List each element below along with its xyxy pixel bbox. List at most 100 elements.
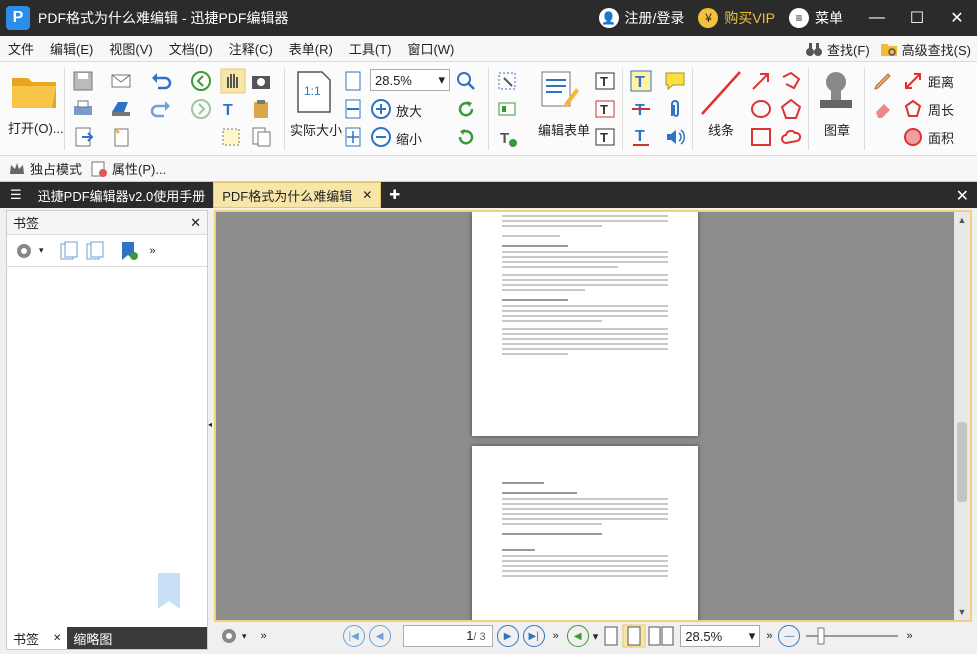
exclusive-mode-button[interactable]: 独占模式 [8, 159, 82, 178]
callout-icon[interactable]: T [594, 126, 616, 148]
forward-icon[interactable] [190, 98, 212, 120]
polygon-line-icon[interactable] [780, 70, 802, 92]
text-field-icon[interactable]: T [594, 70, 616, 92]
print-icon[interactable] [72, 98, 94, 120]
menu-comment[interactable]: 注释(C) [221, 39, 281, 58]
scroll-down-icon[interactable]: ▼ [954, 604, 970, 620]
email-icon[interactable] [110, 70, 132, 92]
arrow-icon[interactable] [750, 70, 772, 92]
find-button[interactable]: 查找(F) [805, 40, 870, 59]
open-folder-icon[interactable] [10, 72, 58, 110]
snapshot-icon[interactable] [250, 70, 272, 92]
zoom-in-icon[interactable] [370, 98, 392, 120]
rotate-right-icon[interactable] [455, 126, 477, 148]
magnifier-icon[interactable] [455, 70, 477, 92]
pages-icon[interactable] [250, 126, 272, 148]
zoom-out-label[interactable]: 缩小 [396, 129, 422, 148]
form-select-icon[interactable] [496, 70, 518, 92]
attachment-icon[interactable] [664, 98, 686, 120]
status-zoom-select[interactable]: 28.5% ▾ [680, 625, 761, 647]
chevron-down-icon[interactable]: ▾ [242, 631, 247, 642]
settings-gear-icon[interactable] [218, 625, 240, 647]
expand-icon[interactable]: » [766, 630, 772, 642]
menu-window[interactable]: 窗口(W) [399, 39, 462, 58]
edit-form-icon[interactable] [540, 70, 580, 110]
cloud-icon[interactable] [780, 126, 802, 148]
form-field-icon[interactable] [496, 98, 518, 120]
line-tool-icon[interactable] [698, 68, 744, 118]
chevron-down-icon[interactable]: ▾ [593, 630, 599, 643]
buy-vip-button[interactable]: ¥ 购买VIP [698, 8, 775, 28]
edit-form-label[interactable]: 编辑表单 [538, 120, 590, 139]
typewriter-icon[interactable]: T [630, 70, 652, 92]
scan-icon[interactable] [110, 98, 132, 120]
perimeter-icon[interactable] [902, 98, 924, 120]
clipboard-icon[interactable] [250, 98, 272, 120]
new-tab-button[interactable]: ✚ [381, 182, 408, 208]
back-icon[interactable] [190, 70, 212, 92]
text-box-icon[interactable]: T [594, 98, 616, 120]
add-bookmark-icon[interactable] [58, 240, 80, 262]
new-document-icon[interactable] [110, 126, 132, 148]
form-text-icon[interactable]: T [496, 126, 518, 148]
menu-document[interactable]: 文档(D) [161, 39, 221, 58]
maximize-button[interactable]: ☐ [897, 0, 937, 36]
zoom-in-label[interactable]: 放大 [396, 101, 422, 120]
single-page-icon[interactable] [602, 625, 620, 647]
close-tab-icon[interactable]: ✕ [362, 188, 372, 202]
expand-icon[interactable]: » [150, 245, 156, 257]
new-bookmark-icon[interactable] [118, 240, 140, 262]
last-page-button[interactable]: ▶| [522, 625, 545, 647]
area-label[interactable]: 面积 [928, 128, 954, 147]
document-view[interactable]: ▲ ▼ [214, 210, 972, 622]
menu-edit[interactable]: 编辑(E) [42, 39, 101, 58]
stamp-icon[interactable] [816, 68, 856, 118]
login-button[interactable]: 👤 注册/登录 [598, 8, 684, 28]
continuous-page-icon[interactable] [622, 624, 646, 648]
distance-label[interactable]: 距离 [928, 72, 954, 91]
vertical-scrollbar[interactable]: ▲ ▼ [954, 212, 970, 620]
undo-icon[interactable] [150, 70, 172, 92]
perimeter-label[interactable]: 周长 [928, 100, 954, 119]
pencil-icon[interactable] [872, 70, 894, 92]
close-panel-icon[interactable]: ✕ [190, 215, 201, 231]
rotate-left-icon[interactable] [455, 98, 477, 120]
line-label[interactable]: 线条 [708, 120, 734, 139]
menu-button[interactable]: ≡ 菜单 [789, 8, 843, 28]
expand-icon[interactable]: » [553, 630, 559, 642]
sound-icon[interactable] [664, 126, 686, 148]
fit-width-icon[interactable] [342, 98, 364, 120]
previous-page-button[interactable]: ◀ [368, 625, 391, 647]
fit-visible-icon[interactable] [342, 126, 364, 148]
properties-button[interactable]: 属性(P)... [90, 159, 166, 178]
gear-icon[interactable] [13, 240, 35, 262]
expand-icon[interactable]: » [261, 630, 267, 642]
actual-size-label[interactable]: 实际大小 [290, 120, 342, 139]
open-button-label[interactable]: 打开(O)... [8, 118, 64, 137]
close-all-tabs-icon[interactable]: ✕ [956, 186, 969, 206]
ellipse-icon[interactable] [750, 98, 772, 120]
chevron-down-icon[interactable]: ▾ [39, 245, 44, 256]
scroll-up-icon[interactable]: ▲ [954, 212, 970, 228]
select-text-icon[interactable]: T [220, 98, 242, 120]
eraser-icon[interactable] [872, 98, 894, 120]
zoom-out-button[interactable]: — [778, 625, 801, 647]
distance-icon[interactable] [902, 70, 924, 92]
rectangle-icon[interactable] [750, 126, 772, 148]
area-icon[interactable] [902, 126, 924, 148]
menu-file[interactable]: 文件 [0, 39, 42, 58]
hand-tool-icon[interactable] [220, 68, 246, 94]
collapse-arrow-icon[interactable]: ◂ [208, 420, 212, 429]
tab-list-button[interactable]: ☰ [0, 182, 30, 208]
page-number-input[interactable]: 1/ 3 [402, 625, 493, 647]
add-child-bookmark-icon[interactable] [84, 240, 106, 262]
fit-page-icon[interactable] [342, 70, 364, 92]
tab-thumbnails[interactable]: 缩略图 [67, 627, 118, 649]
back-view-button[interactable]: ◀ [566, 625, 589, 647]
tab-manual[interactable]: 迅捷PDF编辑器v2.0使用手册 [30, 182, 214, 208]
save-icon[interactable] [72, 70, 94, 92]
menu-tools[interactable]: 工具(T) [341, 39, 400, 58]
two-page-icon[interactable] [648, 625, 674, 647]
zoom-slider[interactable] [804, 625, 900, 647]
select-area-icon[interactable] [220, 126, 242, 148]
